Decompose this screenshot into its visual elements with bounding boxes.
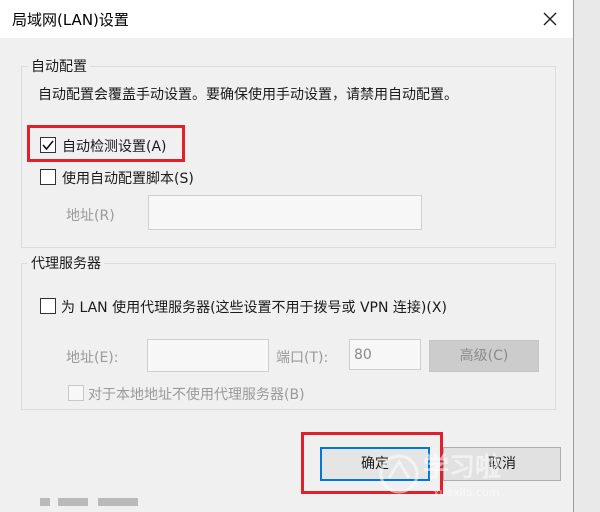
script-address-input[interactable]	[148, 195, 422, 230]
background-window-fragment	[40, 493, 160, 506]
svg-text:xuexila.com: xuexila.com	[433, 486, 499, 499]
advanced-button[interactable]: 高级(C)	[429, 340, 539, 372]
svg-text:学习啦: 学习啦	[423, 452, 501, 483]
dialog-title: 局域网(LAN)设置	[12, 11, 129, 29]
script-address-label: 地址(R)	[66, 208, 115, 224]
bypass-local-label[interactable]: 对于本地地址不使用代理服务器(B)	[88, 384, 305, 404]
background-window-edge	[574, 0, 600, 512]
highlight-auto-detect	[27, 125, 185, 162]
auto-config-group-label: 自动配置	[28, 56, 90, 76]
proxy-port-label: 端口(T):	[276, 350, 329, 366]
use-proxy-checkbox[interactable]	[40, 298, 56, 314]
close-button[interactable]	[535, 4, 565, 34]
proxy-port-input[interactable]: 80	[349, 339, 421, 370]
lan-settings-dialog: 局域网(LAN)设置 自动配置 自动配置会覆盖手动设置。要确保使用手动设置，请禁…	[0, 0, 574, 512]
proxy-address-label: 地址(E):	[66, 350, 119, 366]
title-bar: 局域网(LAN)设置	[0, 0, 573, 38]
close-icon	[543, 12, 557, 26]
proxy-group-label: 代理服务器	[28, 253, 104, 273]
auto-config-description: 自动配置会覆盖手动设置。要确保使用手动设置，请禁用自动配置。	[38, 87, 458, 103]
proxy-address-input[interactable]	[147, 339, 269, 372]
use-script-label[interactable]: 使用自动配置脚本(S)	[62, 168, 194, 188]
watermark-logo: 学习啦 xuexila.com	[377, 444, 567, 508]
use-script-checkbox[interactable]	[40, 169, 56, 185]
use-proxy-label[interactable]: 为 LAN 使用代理服务器(这些设置不用于拨号或 VPN 连接)(X)	[61, 297, 447, 317]
bypass-local-checkbox[interactable]	[68, 385, 84, 401]
